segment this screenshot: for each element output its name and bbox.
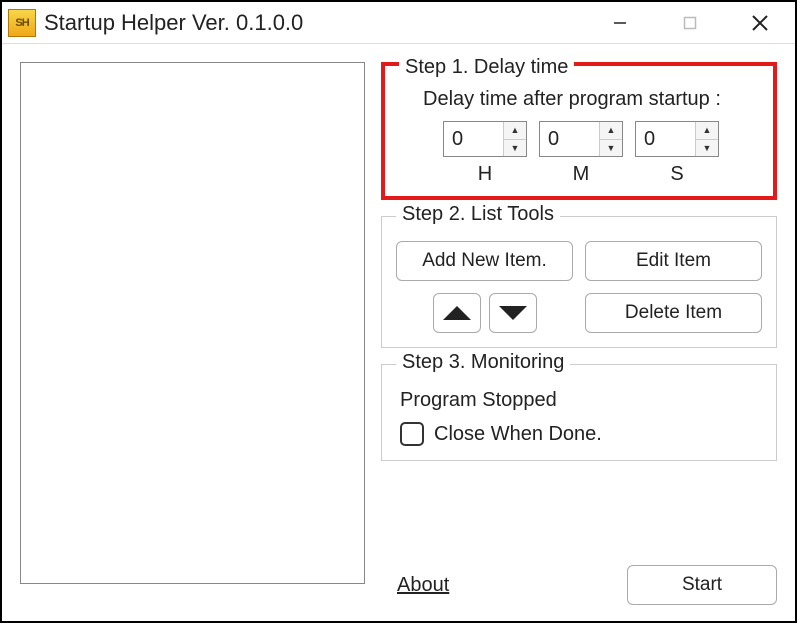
move-up-button[interactable] <box>433 293 481 333</box>
step2-group: Step 2. List Tools Add New Item. Edit It… <box>381 216 777 348</box>
delay-label: Delay time after program startup : <box>423 88 761 111</box>
step3-group: Step 3. Monitoring Program Stopped Close… <box>381 364 777 461</box>
move-down-button[interactable] <box>489 293 537 333</box>
right-column: Step 1. Delay time Delay time after prog… <box>381 62 777 605</box>
close-when-done-checkbox[interactable] <box>400 422 424 446</box>
maximize-button[interactable] <box>655 2 725 44</box>
titlebar: SH Startup Helper Ver. 0.1.0.0 <box>2 2 795 44</box>
hours-caption: H <box>443 163 527 186</box>
app-window: SH Startup Helper Ver. 0.1.0.0 Step 1. D… <box>0 0 797 623</box>
hours-down-icon[interactable]: ▼ <box>504 140 526 157</box>
seconds-up-icon[interactable]: ▲ <box>696 122 718 140</box>
triangle-up-icon <box>443 306 471 320</box>
minutes-spinner[interactable]: 0 ▲ ▼ <box>539 121 623 157</box>
seconds-caption: S <box>635 163 719 186</box>
minutes-down-icon[interactable]: ▼ <box>600 140 622 157</box>
step1-group: Step 1. Delay time Delay time after prog… <box>381 62 777 200</box>
minutes-up-icon[interactable]: ▲ <box>600 122 622 140</box>
footer-row: About Start <box>381 565 777 605</box>
seconds-spinner[interactable]: 0 ▲ ▼ <box>635 121 719 157</box>
app-icon: SH <box>8 9 36 37</box>
step2-legend: Step 2. List Tools <box>396 203 560 226</box>
hours-value[interactable]: 0 <box>444 122 504 156</box>
delete-item-button[interactable]: Delete Item <box>585 293 762 333</box>
seconds-value[interactable]: 0 <box>636 122 696 156</box>
about-link[interactable]: About <box>397 574 449 597</box>
close-button[interactable] <box>725 2 795 44</box>
minutes-value[interactable]: 0 <box>540 122 600 156</box>
minimize-button[interactable] <box>585 2 655 44</box>
window-controls <box>585 2 795 44</box>
seconds-down-icon[interactable]: ▼ <box>696 140 718 157</box>
minutes-caption: M <box>539 163 623 186</box>
monitoring-status: Program Stopped <box>400 389 762 412</box>
delay-spinners: 0 ▲ ▼ 0 ▲ ▼ 0 <box>401 121 761 157</box>
step1-legend: Step 1. Delay time <box>399 56 574 79</box>
close-when-done-label: Close When Done. <box>434 423 602 446</box>
window-title: Startup Helper Ver. 0.1.0.0 <box>44 10 303 36</box>
start-button[interactable]: Start <box>627 565 777 605</box>
hours-up-icon[interactable]: ▲ <box>504 122 526 140</box>
triangle-down-icon <box>499 306 527 320</box>
edit-item-button[interactable]: Edit Item <box>585 241 762 281</box>
client-area: Step 1. Delay time Delay time after prog… <box>2 44 795 621</box>
hours-spinner[interactable]: 0 ▲ ▼ <box>443 121 527 157</box>
add-item-button[interactable]: Add New Item. <box>396 241 573 281</box>
items-listbox[interactable] <box>20 62 365 584</box>
step3-legend: Step 3. Monitoring <box>396 351 570 374</box>
